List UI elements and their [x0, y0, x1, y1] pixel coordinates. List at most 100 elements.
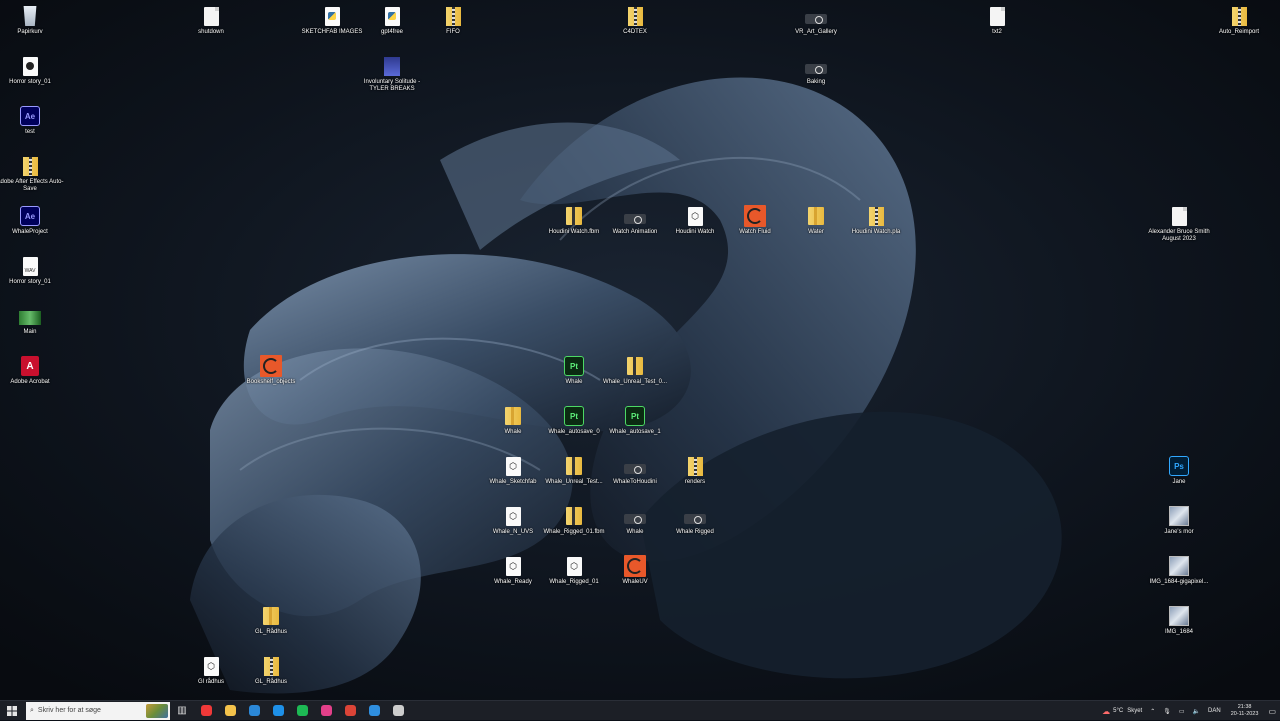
desktop-icon[interactable]: Whale Rigged: [660, 503, 730, 551]
language-indicator[interactable]: DAN: [1204, 708, 1225, 714]
file-explorer-icon-glyph: [224, 705, 236, 716]
notification-icon[interactable]: ▭: [1264, 707, 1280, 716]
chrome-icon[interactable]: [338, 701, 362, 721]
desktop-icon[interactable]: Whale: [478, 403, 548, 451]
desktop-icon[interactable]: IMG_1684: [1144, 603, 1214, 651]
weather-widget[interactable]: ☁ 5°C Skyet: [1098, 707, 1146, 716]
desktop-icon-label: WhaleUV: [622, 579, 648, 585]
desktop-icon-label: Gl rådhus: [197, 679, 224, 685]
desktop-icon-label: renders: [684, 479, 706, 485]
search-icon: ⌕: [30, 706, 34, 714]
desktop-icon-label: GL_Rådhus: [254, 629, 288, 635]
microsoft-store-icon-glyph: [248, 705, 260, 716]
desktop-icon[interactable]: Main: [0, 303, 65, 351]
desktop-icon-label: Whale: [565, 379, 583, 385]
desktop-icon-label: Whale: [504, 429, 522, 435]
desktop-icon[interactable]: Houdini Watch.fbm: [539, 203, 609, 251]
folder-icon: [502, 405, 524, 427]
desktop-icon[interactable]: shutdown: [176, 3, 246, 51]
vscode-icon[interactable]: [362, 701, 386, 721]
desktop-icon[interactable]: Papirkurv: [0, 3, 65, 51]
windows-start-icon[interactable]: [0, 701, 24, 721]
desktop-icon-label: Watch Animation: [612, 229, 658, 235]
spotify-icon[interactable]: [290, 701, 314, 721]
desktop-icon[interactable]: Ps Jane: [1144, 453, 1214, 501]
photoshop-icon: Ps: [1168, 455, 1190, 477]
weather-text: Skyet: [1127, 708, 1143, 714]
desktop-icon[interactable]: Alexander Bruce Smith August 2023: [1144, 203, 1214, 251]
desktop-icon[interactable]: Pt Whale: [539, 353, 609, 401]
desktop-icon[interactable]: FIFO: [418, 3, 488, 51]
desktop-icon-label: Auto_Reimport: [1218, 29, 1260, 35]
video-icon: [684, 505, 706, 527]
folder-icon: [684, 455, 706, 477]
desktop-icon[interactable]: ⬡ Whale_Ready: [478, 553, 548, 601]
show-hidden-icons[interactable]: ⌃: [1146, 708, 1159, 715]
folder-icon: [624, 5, 646, 27]
desktop-icon[interactable]: Houdini Watch.pla: [841, 203, 911, 251]
microphone-icon[interactable]: 🎙: [1159, 708, 1175, 715]
desktop-icon-label: Whale_autosave_1: [609, 429, 661, 435]
desktop-icon[interactable]: Involuntary Solitude - TYLER BREAKS: [357, 53, 427, 101]
desktop-icon[interactable]: Bookshelf_objects: [236, 353, 306, 401]
terminal-icon[interactable]: [386, 701, 410, 721]
clock[interactable]: 21:38 20-11-2023: [1225, 704, 1265, 718]
microsoft-store-icon[interactable]: [242, 701, 266, 721]
desktop-icon-label: Whale Rigged: [676, 529, 714, 535]
desktop-icon-label: Involuntary Solitude - TYLER BREAKS: [363, 79, 421, 92]
taskbar-search-input[interactable]: ⌕ Skriv her for at søge: [26, 701, 170, 720]
houdini-icon: [260, 355, 282, 377]
desktop-icon-label: Houdini Watch: [675, 229, 715, 235]
file-explorer-icon[interactable]: [218, 701, 242, 721]
3d-model-icon: ⬡: [502, 505, 524, 527]
script-file-icon: [200, 5, 222, 27]
desktop-icon[interactable]: ⬡ Whale_N_UVS: [478, 503, 548, 551]
app-icon[interactable]: [314, 701, 338, 721]
desktop-icon[interactable]: WAV Horror story_01: [0, 253, 65, 301]
desktop-icon[interactable]: A Adobe Acrobat: [0, 353, 65, 401]
desktop-icon-label: Main: [23, 329, 37, 335]
desktop-icon[interactable]: Whale_Rigged_01.fbm: [539, 503, 609, 551]
desktop-icon[interactable]: Auto_Reimport: [1204, 3, 1274, 51]
desktop-icon[interactable]: IMG_1684-gigapixel...: [1144, 553, 1214, 601]
desktop-icon[interactable]: GL_Rådhus: [236, 603, 306, 651]
desktop-icon[interactable]: VR_Art_Gallery: [781, 3, 851, 51]
desktop-icon[interactable]: gpt4free: [357, 3, 427, 51]
folder-icon: [563, 205, 585, 227]
desktop-icon-label: Horror story_01: [9, 79, 51, 85]
image-file-icon: [381, 55, 403, 77]
desktop-icon[interactable]: Horror story_01: [0, 53, 65, 101]
network-icon[interactable]: ▭: [1175, 708, 1189, 715]
video-icon: [624, 205, 646, 227]
vivaldi-icon[interactable]: [194, 701, 218, 721]
volume-icon[interactable]: 🔈: [1189, 708, 1204, 715]
desktop-icon[interactable]: Ae test: [0, 103, 65, 151]
desktop-icon[interactable]: Jane's mor: [1144, 503, 1214, 551]
desktop-icon-label: IMG_1684-gigapixel...: [1149, 579, 1209, 585]
desktop-icon[interactable]: renders: [660, 453, 730, 501]
desktop-icon-label: Papirkurv: [17, 29, 43, 35]
desktop-icon[interactable]: GL_Rådhus: [236, 653, 306, 701]
chrome-icon-glyph: [344, 705, 356, 716]
desktop-icon[interactable]: Whale_Unreal_Test...: [539, 453, 609, 501]
desktop-icon[interactable]: WhaleUV: [600, 553, 670, 601]
desktop-icon[interactable]: C4DTEX: [600, 3, 670, 51]
desktop-icon[interactable]: Adobe After Effects Auto-Save: [0, 153, 65, 201]
vivaldi-icon-glyph: [200, 705, 212, 716]
mail-icon[interactable]: [266, 701, 290, 721]
houdini-icon: [744, 205, 766, 227]
desktop-icon[interactable]: Pt Whale_autosave_1: [600, 403, 670, 451]
task-view-icon[interactable]: ▥: [170, 701, 194, 721]
desktop-icon[interactable]: Ae WhaleProject: [0, 203, 65, 251]
desktop-icon-label: Watch Fluid: [739, 229, 771, 235]
desktop-icon[interactable]: Whale_Unreal_Test_0...: [600, 353, 670, 401]
spotify-icon-glyph: [296, 705, 308, 716]
desktop-icon-label: Whale_Rigged_01.fbm: [543, 529, 605, 535]
desktop-icon[interactable]: Pt Whale_autosave_0: [539, 403, 609, 451]
desktop-icon[interactable]: ⬡ Whale_Sketchfab: [478, 453, 548, 501]
desktop-icon[interactable]: Watch Fluid: [720, 203, 790, 251]
desktop-icon[interactable]: txt2: [962, 3, 1032, 51]
folder-icon: [19, 155, 41, 177]
desktop-icon[interactable]: ⬡ Whale_Rigged_01: [539, 553, 609, 601]
desktop-icon[interactable]: Baking: [781, 53, 851, 101]
